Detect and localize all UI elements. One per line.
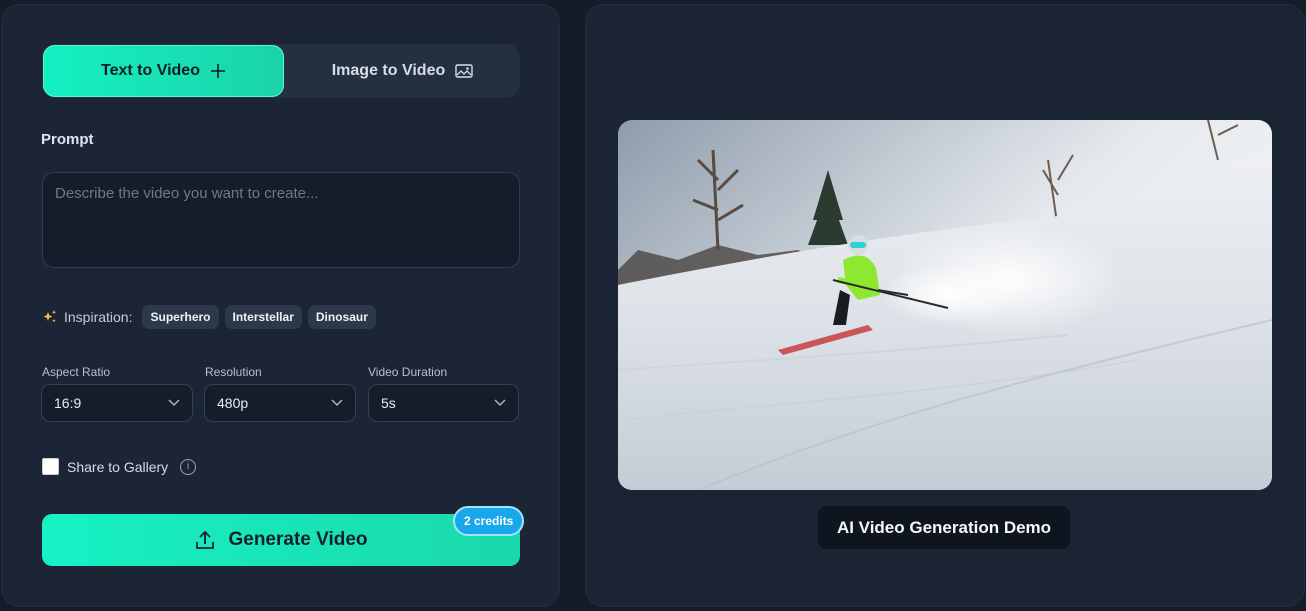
image-icon	[455, 64, 473, 78]
resolution-label: Resolution	[205, 365, 262, 379]
duration-label: Video Duration	[368, 365, 448, 379]
generate-video-button[interactable]: Generate Video	[42, 514, 520, 566]
duration-value: 5s	[381, 395, 396, 411]
sparkles-icon	[43, 310, 56, 323]
tab-text-to-video-label: Text to Video	[101, 62, 200, 79]
inspiration-chip-dinosaur[interactable]: Dinosaur	[307, 305, 376, 329]
mode-tabs: Text to Video Image to Video	[42, 44, 520, 98]
inspiration-row: Inspiration: Superhero Interstellar Dino…	[42, 305, 376, 329]
prompt-input[interactable]	[42, 172, 520, 268]
prompt-label: Prompt	[41, 131, 94, 148]
share-checkbox[interactable]	[42, 458, 59, 475]
inspiration-label: Inspiration:	[64, 309, 133, 325]
chevron-down-icon	[331, 399, 343, 407]
resolution-value: 480p	[217, 395, 249, 411]
aspect-ratio-value: 16:9	[54, 395, 82, 411]
tab-image-to-video-label: Image to Video	[331, 62, 446, 79]
demo-caption: AI Video Generation Demo	[818, 506, 1070, 549]
plus-icon	[210, 64, 225, 78]
generate-video-label: Generate Video	[228, 529, 368, 550]
share-label: Share to Gallery	[67, 458, 169, 475]
credits-badge: 2 credits	[453, 506, 525, 536]
inspiration-chip-interstellar[interactable]: Interstellar	[224, 305, 302, 329]
aspect-ratio-select[interactable]: 16:9	[41, 384, 193, 422]
aspect-ratio-label: Aspect Ratio	[42, 365, 111, 379]
tab-image-to-video[interactable]: Image to Video	[285, 44, 520, 98]
chevron-down-icon	[494, 399, 506, 407]
share-to-gallery: Share to Gallery i	[42, 458, 197, 475]
upload-icon	[196, 530, 215, 549]
skier-video-frame	[618, 120, 1272, 490]
tab-text-to-video[interactable]: Text to Video	[43, 45, 284, 97]
duration-select[interactable]: 5s	[368, 384, 519, 422]
resolution-select[interactable]: 480p	[204, 384, 356, 422]
info-icon[interactable]: i	[180, 458, 197, 475]
demo-video[interactable]	[618, 120, 1272, 490]
chevron-down-icon	[168, 399, 180, 407]
inspiration-chip-superhero[interactable]: Superhero	[142, 305, 219, 329]
